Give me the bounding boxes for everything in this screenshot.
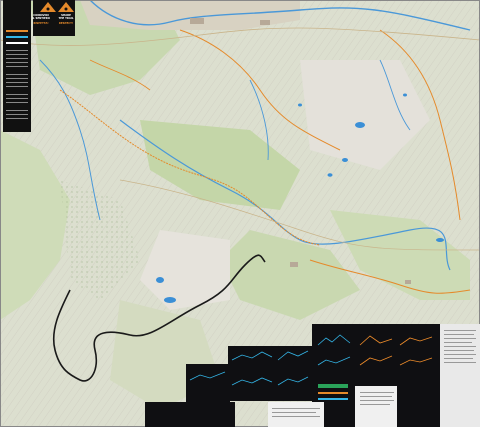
topographic-map[interactable] xyxy=(0,0,480,427)
sign-it-line2: IL SENTIERO xyxy=(31,17,51,20)
sign-en-line2: THE TRAIL xyxy=(58,17,74,20)
sign-text-it: CONDIVIDI IL SENTIERO RISPETTA! xyxy=(27,14,55,25)
sign-it-line3: RISPETTA! xyxy=(33,22,49,25)
sign-en-line3: RESPECT! xyxy=(58,22,74,25)
sign-text-en: SHARE THE TRAIL RESPECT! xyxy=(52,14,80,25)
